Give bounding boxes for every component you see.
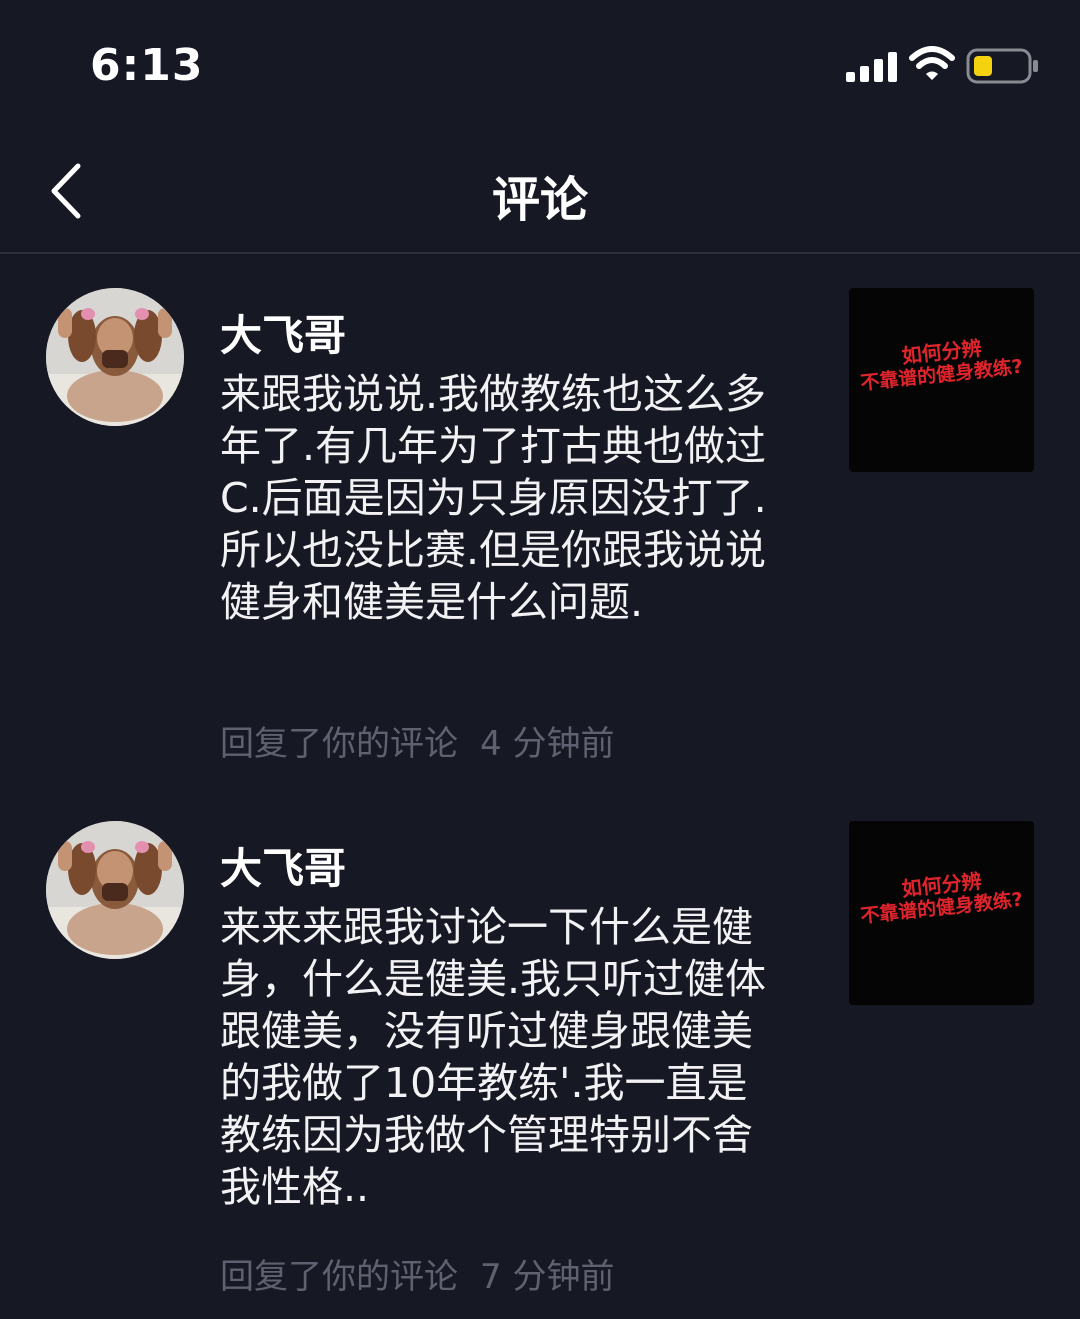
avatar-image — [46, 288, 184, 426]
signal-icon — [846, 52, 897, 82]
status-bar: 6:13 — [0, 0, 1080, 130]
comment-text: 来跟我说说.我做教练也这么多年了.有几年为了打古典也做过C.后面是因为只身原因没… — [220, 370, 767, 626]
status-time: 6:13 — [90, 40, 204, 91]
comment-meta: 回复了你的评论 7 分钟前 — [220, 1249, 614, 1298]
comment-item[interactable]: 大飞哥 来来来跟我讨论一下什么是健身，什么是健美.我只听过健体跟健美，没有听过健… — [0, 821, 1080, 1301]
avatar-image — [46, 821, 184, 959]
video-thumbnail[interactable]: 如何分辨 不靠谱的健身教练? — [849, 288, 1034, 472]
reply-action-label: 回复了你的评论 — [220, 724, 458, 764]
nav-bar: 评论 — [0, 130, 1080, 254]
comment-meta: 回复了你的评论 4 分钟前 — [220, 716, 614, 765]
video-thumbnail[interactable]: 如何分辨 不靠谱的健身教练? — [849, 821, 1034, 1005]
username[interactable]: 大飞哥 — [220, 302, 346, 363]
comment-item[interactable]: 大飞哥 来跟我说说.我做教练也这么多年了.有几年为了打古典也做过C.后面是因为只… — [0, 288, 1080, 768]
username[interactable]: 大飞哥 — [220, 835, 346, 896]
avatar[interactable] — [46, 821, 184, 959]
timestamp: 4 分钟前 — [480, 724, 615, 764]
battery-icon — [966, 48, 1038, 84]
reply-action-label: 回复了你的评论 — [220, 1257, 458, 1297]
avatar[interactable] — [46, 288, 184, 426]
comment-text: 来来来跟我讨论一下什么是健身，什么是健美.我只听过健体跟健美，没有听过健身跟健美… — [220, 903, 767, 1211]
wifi-icon — [909, 46, 955, 80]
timestamp: 7 分钟前 — [480, 1257, 615, 1297]
page-title: 评论 — [491, 172, 588, 228]
